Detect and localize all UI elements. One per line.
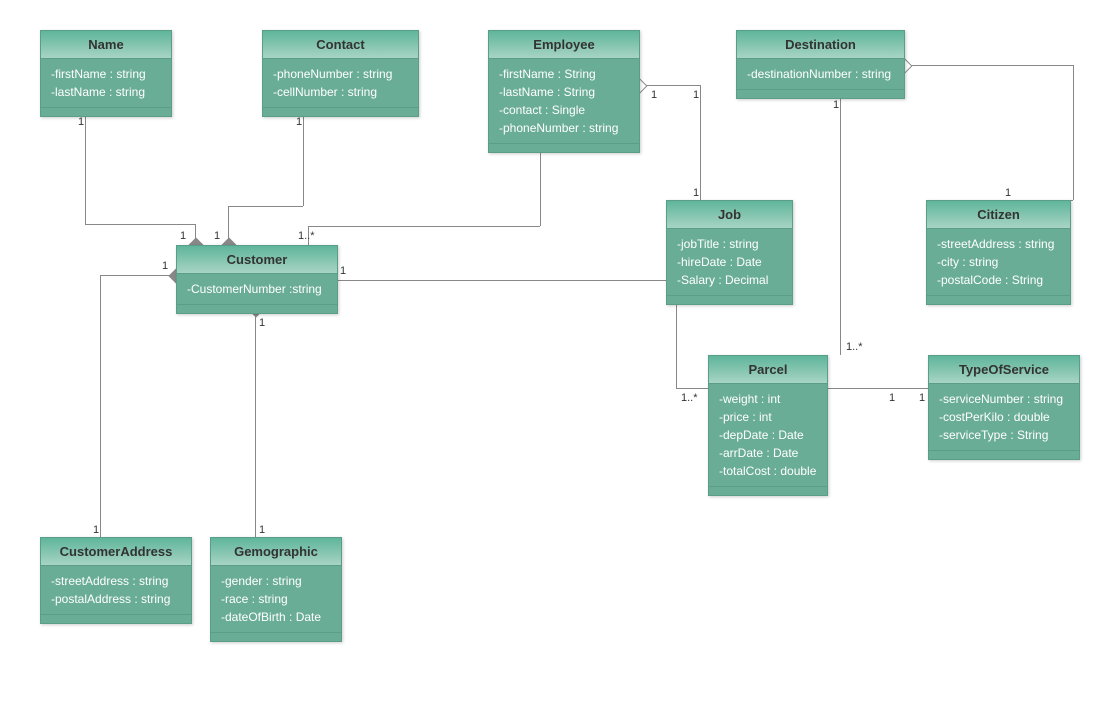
uml-canvas: 1 1 1 1 1 1..* 1 1 1 1..* 1 1 1 1 1 1 1.… — [0, 0, 1106, 713]
multiplicity-label: 1 — [259, 317, 265, 329]
class-attrs: -destinationNumber : string — [737, 59, 904, 89]
connector — [840, 95, 841, 355]
multiplicity-label: 1 — [296, 116, 302, 128]
multiplicity-label: 1 — [833, 99, 839, 111]
class-parcel[interactable]: Parcel -weight : int -price : int -depDa… — [708, 355, 828, 496]
class-job[interactable]: Job -jobTitle : string -hireDate : Date … — [666, 200, 793, 305]
connector — [308, 226, 540, 227]
multiplicity-label: 1 — [259, 524, 265, 536]
class-attrs: -phoneNumber : string -cellNumber : stri… — [263, 59, 418, 107]
multiplicity-label: 1 — [180, 230, 186, 242]
class-title: Job — [667, 201, 792, 229]
connector — [100, 275, 101, 537]
connector — [85, 224, 195, 225]
multiplicity-label: 1 — [340, 265, 346, 277]
multiplicity-label: 1 — [162, 260, 168, 272]
class-gemographic[interactable]: Gemographic -gender : string -race : str… — [210, 537, 342, 642]
connector — [823, 388, 928, 389]
multiplicity-label: 1 — [693, 89, 699, 101]
class-attrs: -weight : int -price : int -depDate : Da… — [709, 384, 827, 486]
multiplicity-label: 1 — [214, 230, 220, 242]
class-title: Parcel — [709, 356, 827, 384]
multiplicity-label: 1 — [93, 524, 99, 536]
multiplicity-label: 1 — [889, 392, 895, 404]
class-attrs: -CustomerNumber :string — [177, 274, 337, 304]
connector — [676, 388, 708, 389]
connector — [700, 85, 701, 200]
connector — [255, 308, 256, 537]
class-employee[interactable]: Employee -firstName : String -lastName :… — [488, 30, 640, 153]
class-title: Citizen — [927, 201, 1070, 229]
class-customeraddress[interactable]: CustomerAddress -streetAddress : string … — [40, 537, 192, 624]
connector — [100, 275, 176, 276]
class-attrs: -jobTitle : string -hireDate : Date -Sal… — [667, 229, 792, 295]
class-attrs: -streetAddress : string -city : string -… — [927, 229, 1070, 295]
class-contact[interactable]: Contact -phoneNumber : string -cellNumbe… — [262, 30, 419, 117]
class-name[interactable]: Name -firstName : string -lastName : str… — [40, 30, 172, 117]
connector — [903, 65, 1073, 66]
multiplicity-label: 1 — [1005, 187, 1011, 199]
connector — [303, 112, 304, 206]
multiplicity-label: 1 — [78, 116, 84, 128]
class-attrs: -firstName : string -lastName : string — [41, 59, 171, 107]
connector — [336, 280, 676, 281]
multiplicity-label: 1 — [919, 392, 925, 404]
class-typeofservice[interactable]: TypeOfService -serviceNumber : string -c… — [928, 355, 1080, 460]
class-title: Customer — [177, 246, 337, 274]
class-attrs: -firstName : String -lastName : String -… — [489, 59, 639, 143]
class-title: CustomerAddress — [41, 538, 191, 566]
class-destination[interactable]: Destination -destinationNumber : string — [736, 30, 905, 99]
multiplicity-label: 1 — [693, 187, 699, 199]
class-title: Name — [41, 31, 171, 59]
class-attrs: -serviceNumber : string -costPerKilo : d… — [929, 384, 1079, 450]
connector — [540, 147, 541, 226]
class-attrs: -streetAddress : string -postalAddress :… — [41, 566, 191, 614]
connector — [1073, 65, 1074, 200]
class-title: Employee — [489, 31, 639, 59]
multiplicity-label: 1..* — [298, 230, 315, 242]
connector — [85, 112, 86, 224]
class-attrs: -gender : string -race : string -dateOfB… — [211, 566, 341, 632]
class-title: TypeOfService — [929, 356, 1079, 384]
class-title: Contact — [263, 31, 418, 59]
class-customer[interactable]: Customer -CustomerNumber :string — [176, 245, 338, 314]
class-title: Gemographic — [211, 538, 341, 566]
class-title: Destination — [737, 31, 904, 59]
multiplicity-label: 1..* — [846, 341, 863, 353]
multiplicity-label: 1 — [651, 89, 657, 101]
class-citizen[interactable]: Citizen -streetAddress : string -city : … — [926, 200, 1071, 305]
multiplicity-label: 1..* — [681, 392, 698, 404]
connector — [228, 206, 303, 207]
